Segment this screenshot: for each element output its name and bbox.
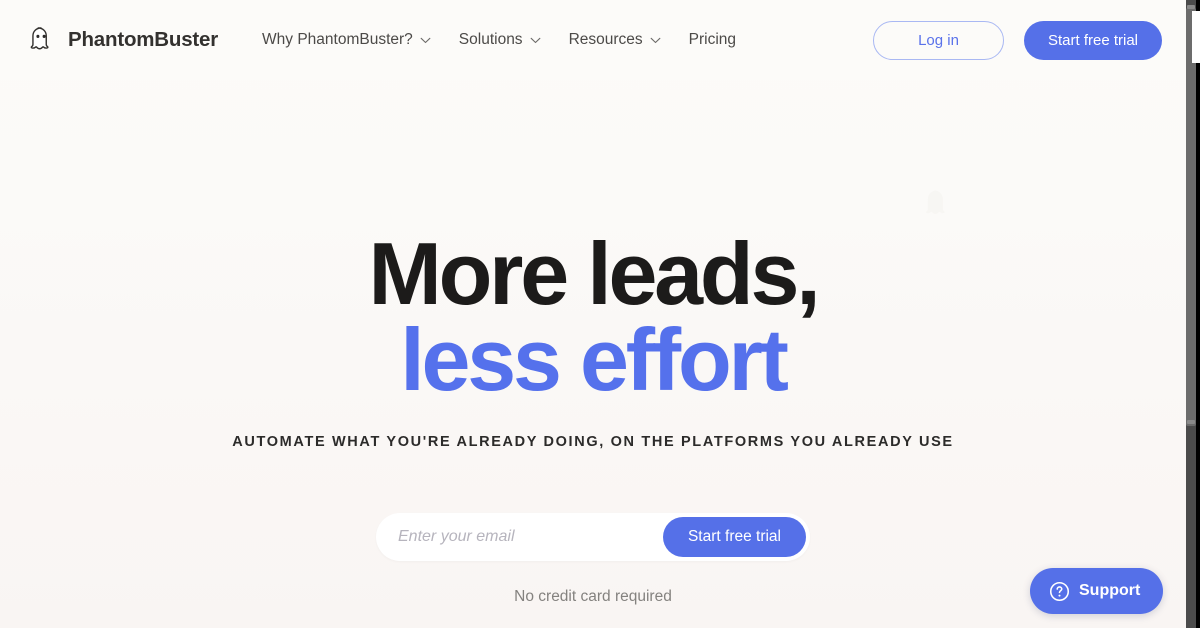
support-widget-button[interactable]: Support <box>1030 568 1164 614</box>
nav-item-why-phantombuster[interactable]: Why PhantomBuster? <box>250 23 443 57</box>
nav-item-label: Resources <box>568 31 643 48</box>
login-button[interactable]: Log in <box>873 20 1004 60</box>
page-viewport: PhantomBuster Why PhantomBuster? Solutio… <box>0 0 1186 628</box>
email-input[interactable] <box>398 528 663 547</box>
ghost-icon <box>26 25 56 55</box>
brand-name: PhantomBuster <box>68 28 219 51</box>
main-navigation: Why PhantomBuster? Solutions Resources P… <box>250 23 748 57</box>
nav-item-resources[interactable]: Resources <box>557 23 673 57</box>
window-edge-notch <box>1192 11 1200 63</box>
chevron-down-icon <box>530 37 541 44</box>
page-title: More leads, less effort <box>369 230 821 410</box>
header-actions: Log in Start free trial <box>873 20 1162 60</box>
hero-section: More leads, less effort AUTOMATE WHAT YO… <box>0 80 1186 628</box>
scrollbar-thumb-bottom-cap <box>1187 420 1195 424</box>
vertical-scrollbar[interactable] <box>1186 0 1196 628</box>
nav-item-solutions[interactable]: Solutions <box>447 23 553 57</box>
hero-subheadline: AUTOMATE WHAT YOU'RE ALREADY DOING, ON T… <box>232 434 954 451</box>
nav-item-pricing[interactable]: Pricing <box>677 23 748 57</box>
headline-line-1: More leads, <box>368 224 821 323</box>
chevron-down-icon <box>650 37 661 44</box>
nav-item-label: Pricing <box>688 31 737 48</box>
support-widget-label: Support <box>1079 582 1141 599</box>
question-circle-icon <box>1049 581 1070 602</box>
no-credit-card-note: No credit card required <box>514 588 672 606</box>
site-header: PhantomBuster Why PhantomBuster? Solutio… <box>0 0 1186 80</box>
nav-item-label: Why PhantomBuster? <box>262 31 413 48</box>
ghost-watermark-icon <box>920 183 954 225</box>
headline-line-2: less effort <box>400 310 789 410</box>
scrollbar-thumb-top-cap <box>1187 5 1195 9</box>
scrollbar-thumb[interactable] <box>1186 8 1196 426</box>
start-free-trial-button-header[interactable]: Start free trial <box>1023 20 1162 60</box>
nav-item-label: Solutions <box>458 31 523 48</box>
brand-logo[interactable]: PhantomBuster <box>26 25 218 55</box>
chevron-down-icon <box>420 37 431 44</box>
window-right-gutter <box>1196 0 1200 628</box>
signup-form: Start free trial <box>376 513 810 562</box>
start-free-trial-button-hero[interactable]: Start free trial <box>662 517 806 558</box>
